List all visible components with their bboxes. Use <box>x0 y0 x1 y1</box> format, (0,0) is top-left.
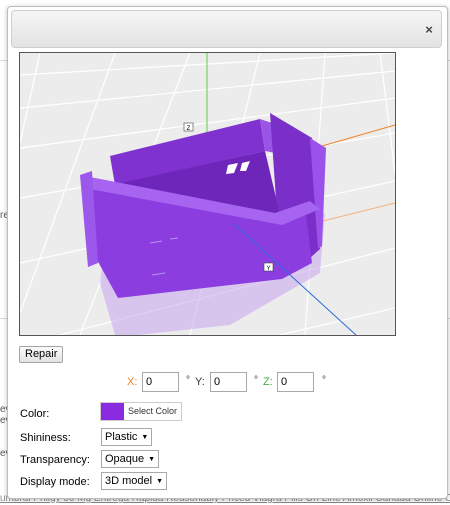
y-rotation-input[interactable] <box>210 372 247 392</box>
color-picker-button[interactable]: Select Color <box>100 402 182 421</box>
dialog-titlebar[interactable]: × <box>11 10 442 48</box>
y-axis-label: Y <box>266 266 270 272</box>
close-icon: × <box>425 22 433 37</box>
degree-symbol: ° <box>322 375 326 386</box>
shininess-value: Plastic <box>105 431 138 443</box>
z-rotation-label: Z: <box>263 376 273 388</box>
select-color-label: Select Color <box>128 406 178 416</box>
shininess-label: Shininess: <box>20 432 71 444</box>
close-button[interactable]: × <box>423 22 435 38</box>
y-rotation-label: Y: <box>195 376 205 388</box>
repair-button[interactable]: Repair <box>19 346 64 363</box>
rotation-controls: X: ° Y: ° Z: ° <box>8 371 447 393</box>
color-swatch <box>101 403 124 420</box>
z-axis-label: Z <box>187 126 191 132</box>
degree-symbol: ° <box>186 375 190 386</box>
chevron-down-icon: ▼ <box>156 478 164 485</box>
model-viewer-dialog: × Z Y Repair X: 0 ° Y: 0 ° Z: 0 ° Color:… <box>7 6 448 499</box>
3d-scene[interactable]: Z Y <box>20 53 395 335</box>
chevron-down-icon: ▼ <box>148 456 156 463</box>
z-rotation-input[interactable] <box>277 372 314 392</box>
x-rotation-label: X: <box>127 376 138 388</box>
display-mode-value: 3D model <box>105 475 153 487</box>
chevron-down-icon: ▼ <box>141 434 149 441</box>
display-mode-select[interactable]: 3D model ▼ <box>101 472 168 490</box>
3d-viewport[interactable]: Z Y <box>19 52 396 336</box>
display-mode-label: Display mode: <box>20 476 90 488</box>
shininess-select[interactable]: Plastic ▼ <box>101 428 153 446</box>
degree-symbol: ° <box>254 375 258 386</box>
transparency-select[interactable]: Opaque ▼ <box>101 450 160 468</box>
transparency-label: Transparency: <box>20 454 90 466</box>
transparency-value: Opaque <box>105 453 145 465</box>
x-rotation-input[interactable] <box>142 372 179 392</box>
color-label: Color: <box>20 408 50 420</box>
